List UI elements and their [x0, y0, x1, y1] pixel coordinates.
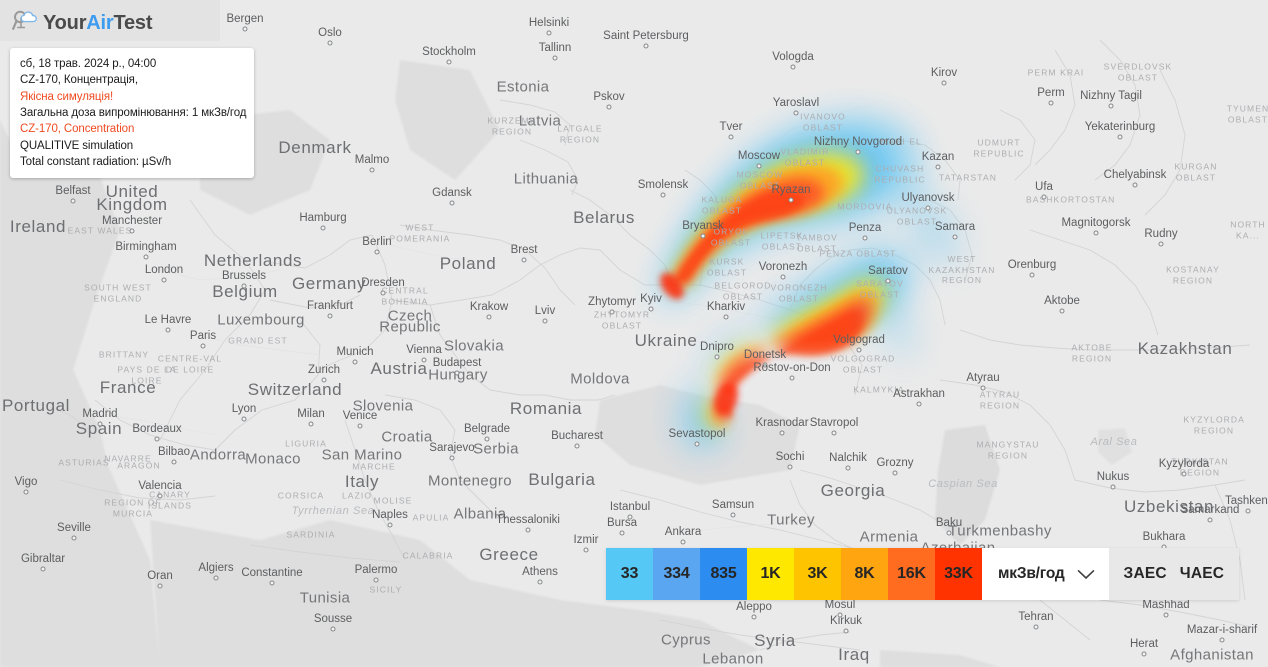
legend-swatch[interactable]: 33K: [935, 548, 982, 600]
plant-button-чаес[interactable]: ЧАЕС: [1180, 565, 1224, 583]
unit-selector-label: мкЗв/год: [998, 565, 1065, 582]
legend-swatch[interactable]: 8K: [841, 548, 888, 600]
info-isotope-en: CZ-170, Concentration: [20, 123, 135, 136]
chevron-down-icon[interactable]: [1077, 569, 1095, 580]
legend-swatch[interactable]: 835: [700, 548, 747, 600]
logo-text-air: Air: [86, 11, 114, 34]
logo-text-your: Your: [43, 11, 87, 34]
info-total-dose-en: Total constant radiation: µSv/h: [20, 155, 172, 168]
app-logo[interactable]: YourAirTest: [12, 8, 153, 37]
legend-swatch[interactable]: 334: [653, 548, 700, 600]
plant-selector: ЗАЕС ЧАЕС: [1108, 548, 1240, 600]
plant-button-заес[interactable]: ЗАЕС: [1124, 565, 1167, 583]
legend-swatch[interactable]: 16K: [888, 548, 935, 600]
legend-bar: 33 334 835 1K 3K 8K 16K 33K мкЗв/год ЗАЕС ЧАЕС: [606, 548, 1240, 600]
logo-text-test: Test: [113, 11, 153, 34]
info-quality-warning-en: QUALITIVE simulation: [20, 139, 134, 152]
legend-swatch[interactable]: 33: [606, 548, 653, 600]
cloud-magnifier-icon: [12, 8, 38, 37]
info-isotope-uk: CZ-170, Концентрація,: [20, 74, 138, 87]
simulation-info-panel: сб, 18 трав. 2024 р., 04:00 CZ-170, Конц…: [10, 48, 254, 179]
legend-swatch[interactable]: 3K: [794, 548, 841, 600]
info-quality-warning-uk: Якісна симуляція!: [20, 90, 114, 103]
legend-swatch[interactable]: 1K: [747, 548, 794, 600]
unit-selector[interactable]: мкЗв/год: [982, 548, 1109, 600]
legend-scale: 33 334 835 1K 3K 8K 16K 33K: [606, 548, 982, 600]
info-timestamp: сб, 18 трав. 2024 р., 04:00: [20, 58, 157, 70]
info-total-dose-uk: Загальна доза випромінювання: 1 мкЗв/год: [20, 106, 247, 119]
